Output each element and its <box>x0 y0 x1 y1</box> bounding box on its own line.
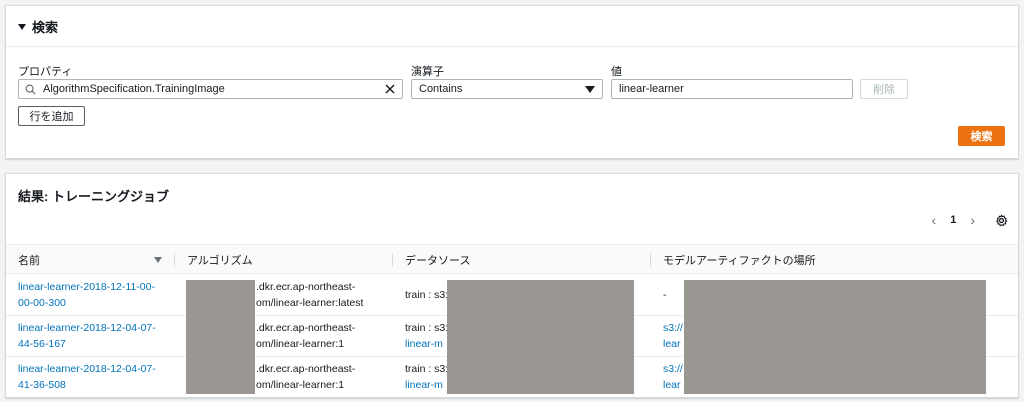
job-name-link[interactable]: linear-learner-2018-12-11-00- 00-00-300 <box>18 279 155 311</box>
column-header-name[interactable]: 名前 <box>6 245 171 275</box>
operator-select-value: Contains <box>419 83 463 95</box>
artifact-link[interactable]: s3://lear <box>663 320 683 352</box>
delete-button[interactable]: 削除 <box>860 79 908 99</box>
algorithm-cell: .dkr.ecr.ap-northeast-om/linear-learner:… <box>256 363 356 391</box>
search-panel: 検索 プロパティ 演算子 値 AlgorithmSpecification.Tr… <box>5 5 1019 159</box>
job-name-link[interactable]: linear-learner-2018-12-04-07- 44-56-167 <box>18 320 156 352</box>
results-title: 結果: トレーニングジョブ <box>18 189 169 204</box>
redaction-block <box>186 280 255 394</box>
chevron-right-icon[interactable]: › <box>970 212 975 228</box>
search-button[interactable]: 検索 <box>958 126 1005 146</box>
artifact-link[interactable]: s3://lear <box>663 361 683 393</box>
gear-icon[interactable] <box>995 214 1008 227</box>
property-label: プロパティ <box>18 66 73 78</box>
chevron-left-icon[interactable]: ‹ <box>932 212 937 228</box>
data-source-cell: train : s3: linear-m <box>405 322 449 350</box>
algorithm-cell: .dkr.ecr.ap-northeast-om/linear-learner:… <box>256 281 364 309</box>
redaction-block <box>684 280 986 394</box>
property-input[interactable]: AlgorithmSpecification.TrainingImage <box>18 79 403 99</box>
column-header-algorithm[interactable]: アルゴリズム <box>175 245 253 275</box>
value-input[interactable]: linear-learner <box>611 79 853 99</box>
data-source-cell: train : s3: linear-m <box>405 363 449 391</box>
column-header-data-source[interactable]: データソース <box>393 245 470 275</box>
value-label: 値 <box>611 66 622 78</box>
pagination: ‹ 1 › <box>932 212 1008 228</box>
table-header: 名前 アルゴリズム データソース モデルアーティファクトの場所 <box>6 244 1018 274</box>
operator-label: 演算子 <box>411 66 444 78</box>
algorithm-cell: .dkr.ecr.ap-northeast-om/linear-learner:… <box>256 322 356 350</box>
search-icon <box>25 84 36 95</box>
value-input-value: linear-learner <box>619 83 684 95</box>
results-panel: 結果: トレーニングジョブ ‹ 1 › 名前 アルゴリズム データソース モデル… <box>5 173 1019 398</box>
artifact-cell: - <box>663 289 667 301</box>
job-name-link[interactable]: linear-learner-2018-12-04-07- 41-36-508 <box>18 361 156 393</box>
search-header[interactable]: 検索 <box>18 17 58 36</box>
property-input-value: AlgorithmSpecification.TrainingImage <box>43 83 225 95</box>
data-source-cell: train : s3: <box>405 289 449 301</box>
redaction-block <box>447 280 634 394</box>
clear-icon[interactable] <box>385 84 395 94</box>
column-header-artifact[interactable]: モデルアーティファクトの場所 <box>651 245 816 275</box>
page-number[interactable]: 1 <box>950 214 956 226</box>
operator-select[interactable]: Contains <box>411 79 603 99</box>
caret-down-icon <box>585 85 595 93</box>
add-row-button[interactable]: 行を追加 <box>18 106 85 126</box>
caret-down-icon[interactable] <box>18 23 26 30</box>
sort-caret-icon[interactable] <box>154 257 162 263</box>
search-title: 検索 <box>32 20 59 35</box>
